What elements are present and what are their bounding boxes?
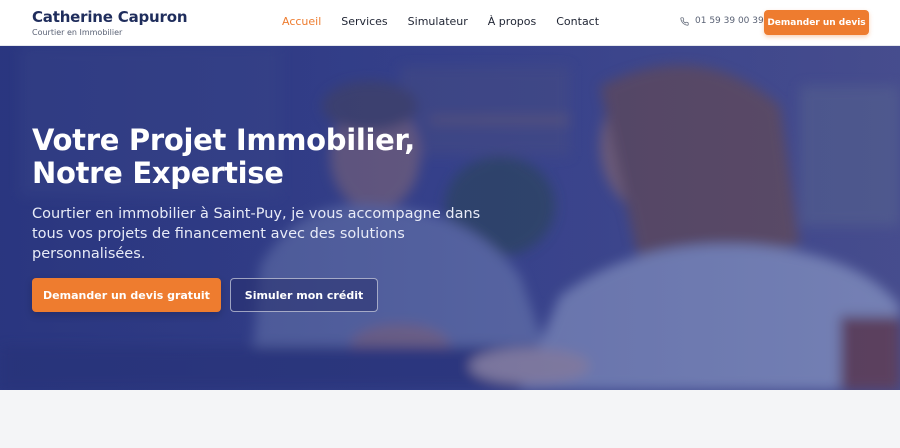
hero-content: Votre Projet Immobilier, Notre Expertise… xyxy=(32,124,552,264)
next-section xyxy=(0,390,900,448)
hero-title: Votre Projet Immobilier, Notre Expertise xyxy=(32,124,552,190)
phone-number: 01 59 39 00 39 xyxy=(695,16,764,26)
hero-description: Courtier en immobilier à Saint-Puy, je v… xyxy=(32,206,481,262)
site-header: Catherine Capuron Courtier en Immobilier… xyxy=(0,0,900,46)
brand-logo[interactable]: Catherine Capuron Courtier en Immobilier xyxy=(32,8,187,37)
nav-item-accueil[interactable]: Accueil xyxy=(282,15,321,28)
nav-item-services[interactable]: Services xyxy=(341,15,387,28)
request-quote-button[interactable]: Demander un devis xyxy=(764,10,869,35)
phone-link[interactable]: 01 59 39 00 39 xyxy=(680,16,764,26)
simulate-credit-button[interactable]: Simuler mon crédit xyxy=(230,278,378,312)
hero-title-line-1: Votre Projet Immobilier, xyxy=(32,123,416,157)
request-free-quote-button[interactable]: Demander un devis gratuit xyxy=(32,278,221,312)
brand-name: Catherine Capuron xyxy=(32,8,188,26)
brand-subtitle: Courtier en Immobilier xyxy=(32,28,123,37)
main-nav: Accueil Services Simulateur À propos Con… xyxy=(282,15,619,28)
hero-section: Votre Projet Immobilier, Notre Expertise… xyxy=(0,46,900,390)
hero-title-line-2: Notre Expertise xyxy=(32,156,284,190)
phone-icon xyxy=(680,16,689,26)
nav-item-contact[interactable]: Contact xyxy=(556,15,599,28)
nav-item-a-propos[interactable]: À propos xyxy=(488,15,536,28)
nav-item-simulateur[interactable]: Simulateur xyxy=(408,15,468,28)
